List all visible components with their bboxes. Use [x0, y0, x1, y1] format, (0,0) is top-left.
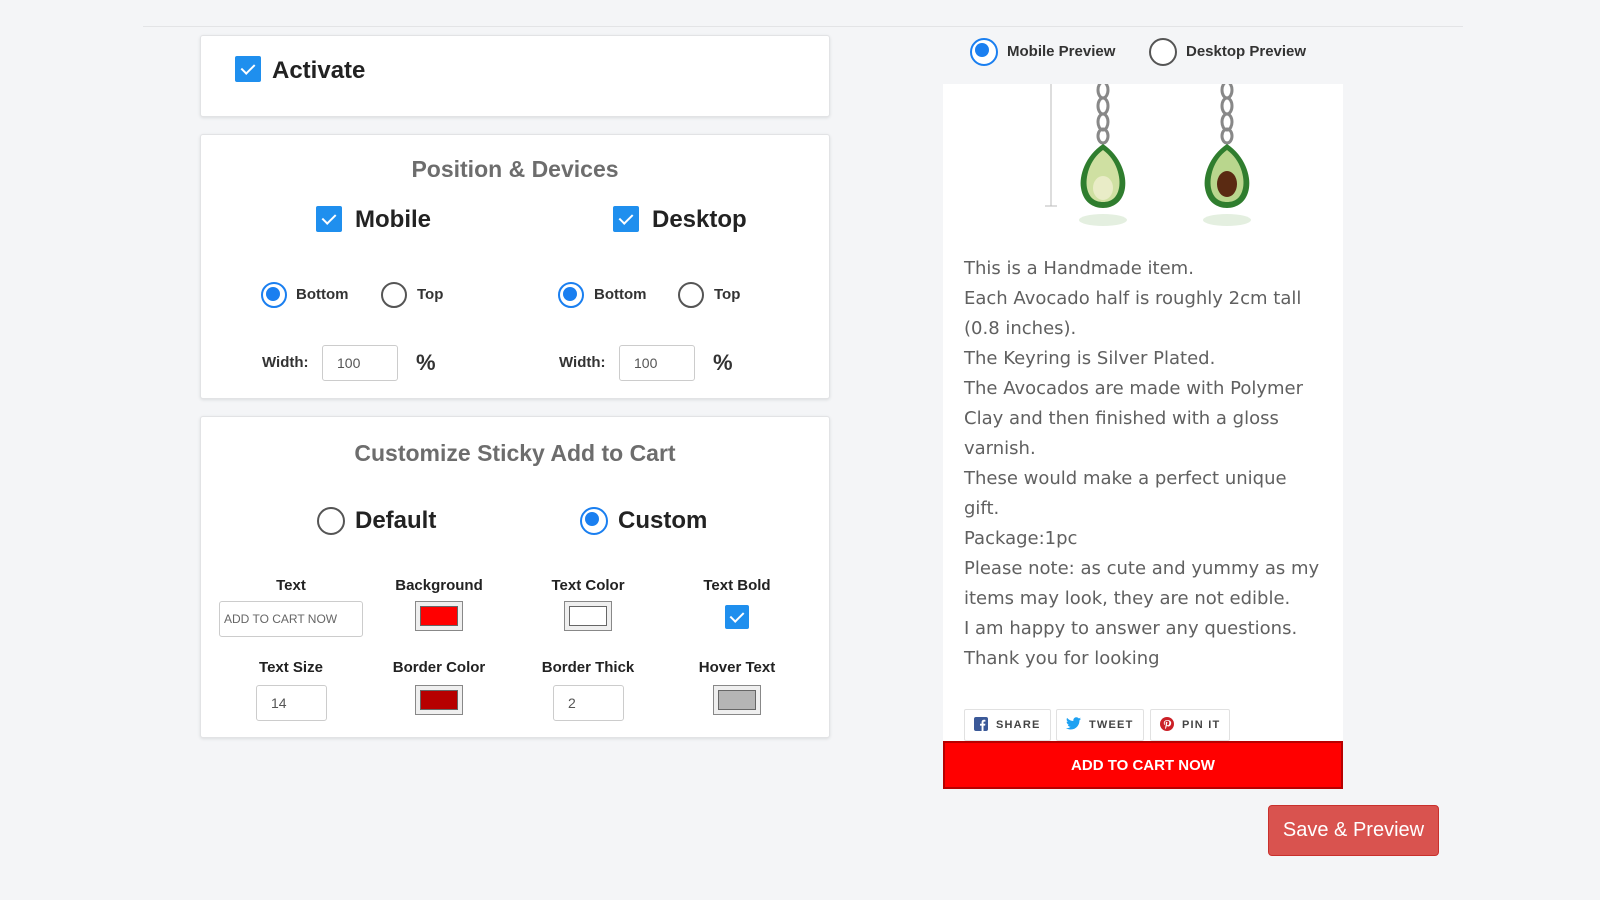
facebook-icon	[974, 716, 988, 734]
desktop-checkbox[interactable]	[613, 206, 639, 232]
pinterest-icon	[1160, 716, 1174, 734]
hover-text-color-picker[interactable]	[713, 685, 761, 715]
description-line: This is a Handmade item.	[964, 258, 1194, 279]
button-text-input[interactable]	[219, 601, 363, 637]
text-size-label: Text Size	[259, 659, 323, 676]
product-image	[1045, 84, 1251, 226]
activate-checkbox[interactable]	[235, 56, 261, 82]
desktop-width-unit: %	[713, 350, 733, 375]
pinterest-pin-button[interactable]: PIN IT	[1150, 709, 1231, 741]
border-color-picker[interactable]	[415, 685, 463, 715]
desktop-preview-label: Desktop Preview	[1186, 43, 1307, 60]
desktop-top-radio[interactable]	[678, 282, 704, 308]
hover-text-label: Hover Text	[698, 659, 776, 676]
save-preview-button[interactable]: Save & Preview	[1268, 805, 1439, 856]
description-line: The Keyring is Silver Plated.	[964, 348, 1216, 369]
mobile-width-input[interactable]	[322, 345, 398, 381]
twitter-tweet-label: TWEET	[1089, 719, 1134, 731]
description-line: Each Avocado half is roughly 2cm tall (0…	[964, 288, 1302, 339]
desktop-preview-radio[interactable]	[1149, 38, 1177, 66]
desktop-label: Desktop	[652, 206, 747, 233]
top-divider	[143, 26, 1463, 27]
background-color-swatch	[420, 606, 458, 626]
text-size-input[interactable]	[256, 685, 327, 721]
text-label: Text	[276, 577, 306, 594]
mobile-width-unit: %	[416, 350, 436, 375]
customize-title: Customize Sticky Add to Cart	[354, 440, 676, 466]
mobile-top-label: Top	[417, 286, 444, 303]
twitter-icon	[1066, 717, 1081, 733]
desktop-bottom-radio[interactable]	[558, 282, 584, 308]
custom-label: Custom	[618, 507, 708, 534]
twitter-tweet-button[interactable]: TWEET	[1056, 709, 1144, 741]
pinterest-pin-label: PIN IT	[1182, 719, 1221, 731]
sticky-add-to-cart-button[interactable]: ADD TO CART NOW	[943, 741, 1343, 789]
mobile-preview-frame: This is a Handmade item. Each Avocado ha…	[943, 84, 1343, 789]
activate-label: Activate	[272, 57, 366, 84]
mobile-width-label: Width:	[262, 354, 309, 371]
text-bold-label: Text Bold	[703, 577, 771, 594]
text-color-picker[interactable]	[564, 601, 612, 631]
background-color-picker[interactable]	[415, 601, 463, 631]
custom-radio[interactable]	[580, 507, 608, 535]
product-description: This is a Handmade item. Each Avocado ha…	[964, 254, 1324, 674]
text-bold-checkbox[interactable]	[725, 605, 749, 629]
mobile-label: Mobile	[355, 206, 431, 233]
desktop-width-input[interactable]	[619, 345, 695, 381]
facebook-share-button[interactable]: SHARE	[964, 709, 1051, 741]
text-color-swatch	[569, 606, 607, 626]
hover-text-color-swatch	[718, 690, 756, 710]
mobile-checkbox[interactable]	[316, 206, 342, 232]
position-devices-card: Position & Devices Mobile Desktop Bottom…	[200, 134, 830, 399]
default-label: Default	[355, 507, 437, 534]
description-line: Please note: as cute and yummy as my ite…	[964, 558, 1320, 609]
default-radio[interactable]	[317, 507, 345, 535]
border-color-swatch	[420, 690, 458, 710]
text-color-label: Text Color	[551, 577, 625, 594]
mobile-bottom-radio[interactable]	[261, 282, 287, 308]
description-line: Thank you for looking	[964, 648, 1160, 669]
desktop-width-label: Width:	[559, 354, 606, 371]
description-line: The Avocados are made with Polymer Clay …	[964, 378, 1304, 459]
mobile-top-radio[interactable]	[381, 282, 407, 308]
mobile-preview-label: Mobile Preview	[1007, 43, 1116, 60]
description-line: Package:1pc	[964, 528, 1078, 549]
mobile-preview-radio[interactable]	[970, 38, 998, 66]
customize-card: Customize Sticky Add to Cart Default Cus…	[200, 416, 830, 738]
desktop-top-label: Top	[714, 286, 741, 303]
background-label: Background	[395, 577, 483, 594]
mobile-bottom-label: Bottom	[296, 286, 349, 303]
border-thick-label: Border Thick	[541, 659, 635, 676]
border-color-label: Border Color	[392, 659, 486, 676]
desktop-bottom-label: Bottom	[594, 286, 647, 303]
description-line: These would make a perfect unique gift.	[964, 468, 1287, 519]
border-thick-input[interactable]	[553, 685, 624, 721]
activate-card: Activate	[200, 35, 830, 117]
position-devices-title: Position & Devices	[411, 156, 619, 182]
facebook-share-label: SHARE	[996, 719, 1041, 731]
description-line: I am happy to answer any questions.	[964, 618, 1298, 639]
